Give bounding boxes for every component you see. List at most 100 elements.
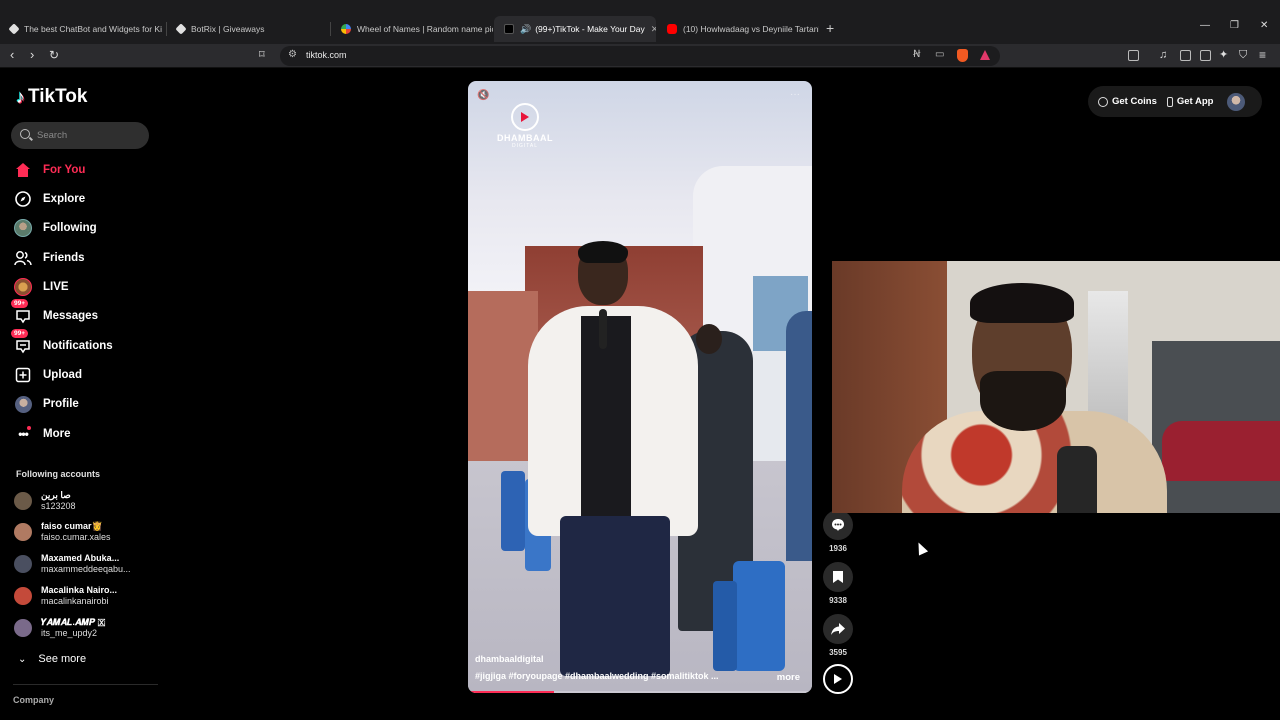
browser-tab[interactable]: (10) Howlwadaag vs Deyniile Tartank [657, 16, 819, 42]
following-account[interactable]: صا برين s123208 [14, 490, 76, 512]
following-account[interactable]: Maxamed Abuka... maxammeddeeqabu... [14, 553, 131, 575]
upload-icon [14, 366, 32, 384]
account-handle: its_me_updy2 [41, 628, 98, 638]
reload-icon[interactable]: ↻ [49, 48, 59, 62]
following-account[interactable]: Macalinka Nairo... macalinkanairobi [14, 585, 117, 607]
search-input[interactable]: Search [11, 122, 149, 149]
friends-icon [14, 249, 32, 267]
avatar [14, 555, 32, 573]
leo-ai-icon[interactable]: ✦ [1219, 48, 1228, 62]
profile-avatar-icon [14, 395, 32, 413]
nav-live[interactable]: LIVE [14, 277, 69, 297]
video-player[interactable]: 🔇 DHAMBAAL DIGITAL ··· dhambaaldigital #… [468, 81, 812, 693]
url-text: tiktok.com [306, 50, 347, 60]
blanket-illustration [1162, 421, 1280, 481]
watermark-name: DHAMBAAL [497, 133, 553, 143]
logo-text: TikTok [28, 86, 88, 107]
account-name: صا برين [41, 490, 71, 500]
video-hashtags[interactable]: #jigjiga #foryoupage #dhambaalwedding #s… [475, 671, 719, 681]
singer-hair [578, 241, 628, 263]
chevron-down-icon: ⌄ [18, 653, 27, 665]
comment-icon [823, 510, 853, 540]
url-input[interactable]: ⚙ tiktok.com Ꞥ ▭ [280, 46, 1000, 66]
get-coins-button[interactable]: Get Coins [1098, 96, 1157, 107]
mute-icon[interactable]: 🔇 [477, 90, 489, 101]
nav-explore[interactable]: Explore [14, 189, 85, 209]
site-settings-icon[interactable]: ⚙ [288, 49, 297, 60]
microphone-illustration [1057, 446, 1097, 513]
sidebar-toggle-icon[interactable] [1180, 50, 1191, 61]
nav-notifications[interactable]: 99+ Notifications [11, 329, 113, 356]
divider [13, 684, 158, 685]
share-icon [823, 614, 853, 644]
minimize-icon[interactable]: — [1200, 20, 1210, 31]
nav-for-you[interactable]: For You [14, 160, 85, 180]
no-tracking-icon[interactable]: Ꞥ [913, 49, 920, 60]
tiktok-logo[interactable]: ♪ TikTok [16, 86, 87, 108]
cast-icon[interactable]: ▭ [935, 49, 944, 60]
search-icon [20, 129, 30, 139]
comment-action[interactable]: 1936 [822, 510, 854, 553]
messages-badge: 99+ [11, 299, 29, 308]
account-handle: faiso.cumar.xales [41, 532, 111, 542]
browser-tab[interactable]: The best ChatBot and Widgets for Ki [0, 16, 164, 42]
get-app-button[interactable]: Get App [1166, 96, 1213, 107]
progress-fill [468, 691, 554, 693]
wallet-icon[interactable] [1200, 50, 1211, 61]
tab-title: BotRix | Giveaways [191, 24, 265, 34]
streamer-beard [980, 371, 1066, 431]
tab-favicon-icon [175, 23, 187, 35]
nav-upload[interactable]: Upload [14, 365, 82, 385]
following-account[interactable]: 𝒀𝑨𝑴𝑨𝑳.𝑨𝑴𝑷 🇽 its_me_updy2 [14, 617, 106, 639]
avatar [14, 587, 32, 605]
youtube-favicon-icon [667, 24, 677, 34]
menu-icon[interactable]: ≡ [1259, 48, 1266, 62]
nav-label: For You [43, 164, 86, 176]
tab-title: (10) Howlwadaag vs Deyniile Tartank [683, 24, 819, 34]
back-icon[interactable]: ‹ [10, 48, 14, 62]
bookmark-page-icon[interactable]: ⌑ [259, 48, 265, 62]
screenshot-icon[interactable] [1128, 50, 1139, 61]
nav-friends[interactable]: Friends [14, 248, 85, 268]
browser-tab[interactable]: BotRix | Giveaways [167, 16, 329, 42]
see-more-label: See more [38, 653, 87, 665]
more-dots-icon: ••• [14, 425, 32, 443]
creator-avatar-button[interactable] [822, 664, 854, 694]
webcam-overlay [832, 261, 1280, 513]
browser-tab-bar: The best ChatBot and Widgets for Ki BotR… [0, 0, 1280, 44]
get-coins-label: Get Coins [1112, 96, 1157, 107]
nav-label: Notifications [43, 340, 113, 352]
forward-icon[interactable]: › [30, 48, 34, 62]
music-icon[interactable]: ♫ [1159, 48, 1167, 62]
more-options-icon[interactable]: ··· [790, 89, 800, 100]
close-window-icon[interactable]: ✕ [1260, 20, 1268, 31]
nav-following[interactable]: Following [14, 218, 97, 238]
nav-more[interactable]: ••• More [14, 424, 70, 444]
user-avatar[interactable] [1227, 92, 1246, 111]
maximize-icon[interactable]: ❐ [1230, 20, 1239, 31]
play-logo-icon [511, 103, 539, 131]
nav-messages[interactable]: 99+ Messages [11, 299, 98, 326]
share-action[interactable]: 3595 [822, 614, 854, 657]
tiktok-note-icon: ♪ [16, 86, 25, 107]
bookmark-action[interactable]: 9338 [822, 562, 854, 605]
nav-profile[interactable]: Profile [14, 394, 79, 414]
video-author[interactable]: dhambaaldigital [475, 654, 544, 664]
compass-icon [14, 190, 32, 208]
close-tab-icon[interactable]: ✕ [645, 24, 656, 35]
new-tab-button[interactable]: + [826, 20, 834, 36]
browser-tab[interactable]: Wheel of Names | Random name pick [331, 16, 493, 42]
nav-label: LIVE [43, 281, 69, 293]
vpn-icon[interactable]: ⛉ [1239, 48, 1247, 62]
company-link[interactable]: Company [13, 695, 54, 705]
suitcase-illustration [713, 581, 737, 671]
video-progress-bar[interactable] [468, 691, 812, 693]
tab-favicon-icon [8, 23, 20, 35]
brave-shield-icon[interactable] [957, 49, 968, 62]
browser-tab-active[interactable]: 🔊 (99+)TikTok - Make Your Day ✕ [494, 16, 656, 42]
caption-more-button[interactable]: more [777, 672, 800, 683]
brave-rewards-icon[interactable] [980, 50, 990, 60]
tab-title: The best ChatBot and Widgets for Ki [24, 24, 162, 34]
following-account[interactable]: faiso cumar👸 faiso.cumar.xales [14, 521, 111, 543]
see-more-button[interactable]: ⌄ See more [18, 653, 86, 665]
